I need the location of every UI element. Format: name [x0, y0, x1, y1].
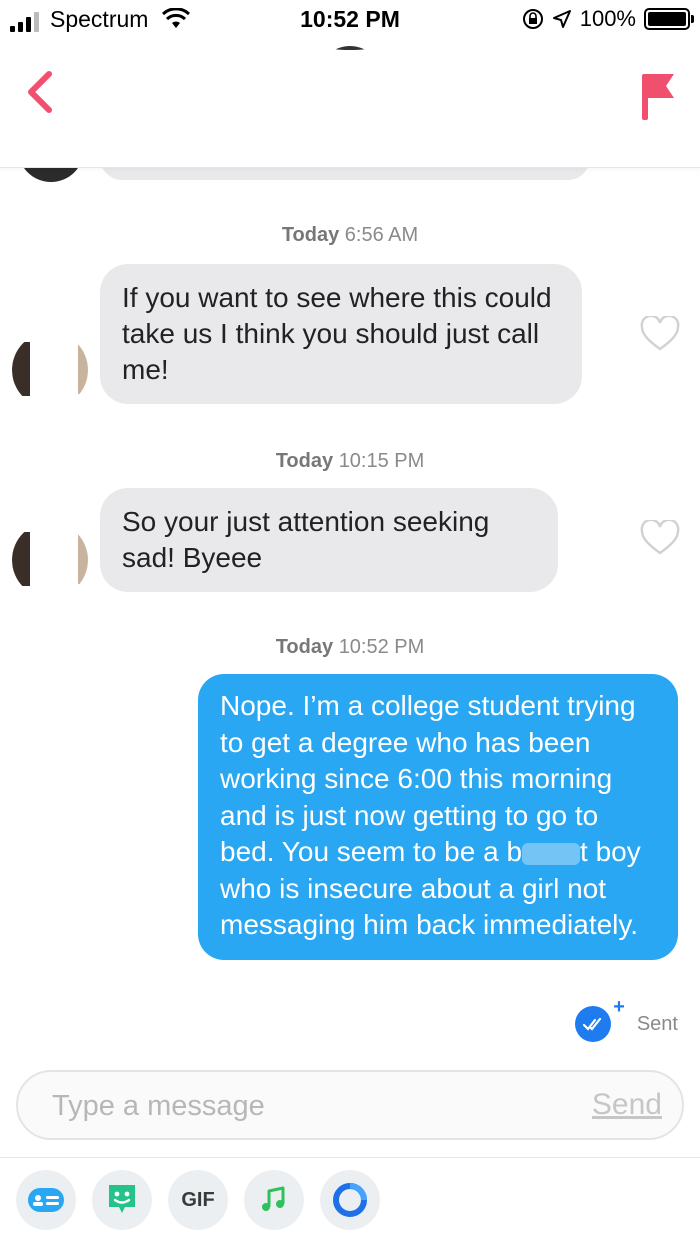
loop-icon — [333, 1183, 367, 1217]
sent-status-label: Sent — [636, 1012, 678, 1035]
read-receipt-icon: + — [574, 996, 625, 1042]
outgoing-message-bubble[interactable]: Nope. I’m a college student trying to ge… — [198, 674, 678, 960]
status-bar: Spectrum 10:52 PM 100% — [0, 0, 700, 40]
match-avatar[interactable] — [318, 46, 382, 110]
sender-avatar[interactable] — [12, 522, 88, 598]
sticker-button[interactable] — [92, 1170, 152, 1230]
sender-avatar[interactable] — [12, 332, 88, 408]
flag-icon — [642, 74, 674, 120]
message-timestamp: Today 10:52 PM — [275, 636, 425, 658]
message-composer: Send — [16, 1070, 684, 1140]
sticker-icon — [109, 1185, 135, 1213]
contact-card-icon — [28, 1188, 64, 1212]
battery-percent: 100% — [579, 6, 636, 31]
music-button[interactable] — [244, 1170, 304, 1230]
message-text: Nope. I’m a college student trying to ge… — [220, 690, 636, 867]
toolbar-divider — [0, 1157, 700, 1158]
message-input[interactable] — [52, 1086, 552, 1126]
send-button[interactable]: Send — [592, 1088, 662, 1122]
battery-icon — [644, 8, 694, 30]
redaction-block — [522, 842, 581, 865]
delivery-status: + Sent — [574, 996, 678, 1042]
gif-button[interactable]: GIF — [168, 1170, 228, 1230]
like-heart-icon[interactable] — [640, 316, 680, 352]
location-arrow-icon — [552, 10, 571, 28]
report-button[interactable] — [638, 70, 678, 122]
message-timestamp: Today 10:15 PM — [275, 450, 425, 472]
contact-card-button[interactable] — [16, 1170, 76, 1230]
chat-header — [0, 40, 700, 168]
back-button[interactable] — [18, 68, 62, 116]
like-heart-icon[interactable] — [640, 520, 680, 556]
loop-button[interactable] — [320, 1170, 380, 1230]
status-right-group: 100% — [522, 6, 694, 32]
music-icon — [262, 1186, 285, 1211]
gif-icon: GIF — [181, 1188, 215, 1211]
attachment-toolbar: GIF — [16, 1170, 380, 1230]
message-thread[interactable]: Today 6:56 AM If you want to see where t… — [0, 144, 700, 1068]
incoming-message-bubble[interactable]: If you want to see where this could take… — [100, 264, 582, 404]
chevron-left-icon — [28, 71, 52, 113]
rotation-lock-icon — [522, 9, 543, 29]
message-timestamp: Today 6:56 AM — [281, 224, 419, 246]
incoming-message-bubble[interactable]: So your just attention seeking sad! Byee… — [100, 488, 558, 592]
